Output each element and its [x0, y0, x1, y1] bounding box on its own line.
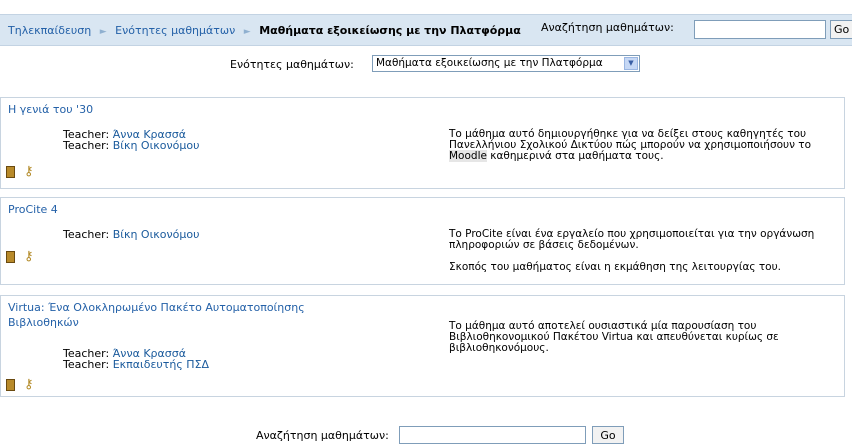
teacher-list: Teacher: Άννα Κρασσά Teacher: Εκπαιδευτή… — [63, 348, 209, 370]
bottom-search-form: Αναζήτηση μαθημάτων: Go — [256, 426, 624, 444]
nav-search-form: Αναζήτηση μαθημάτων: Go — [541, 20, 852, 39]
key-icon[interactable]: ⚷ — [24, 164, 34, 179]
nav-search-input[interactable] — [694, 20, 826, 39]
door-icon[interactable] — [6, 250, 15, 263]
breadcrumb-categories-link[interactable]: Ενότητες μαθημάτων — [115, 24, 235, 37]
teacher-row: Teacher: Βίκη Οικονόμου — [63, 228, 200, 241]
course-summary: Το μάθημα αυτό αποτελεί ουσιαστικά μία π… — [449, 320, 779, 354]
breadcrumb-home-link[interactable]: Τηλεκπαίδευση — [8, 24, 91, 37]
course-box: Virtua: Ένα Ολοκληρωμένο Πακέτο Αυτοματο… — [0, 295, 845, 397]
chevron-down-icon[interactable]: ▼ — [624, 57, 638, 70]
course-box: ProCite 4 Teacher: Βίκη Οικονόμου ⚷ Το P… — [0, 197, 845, 285]
door-icon[interactable] — [6, 165, 15, 178]
category-selected-value: Μαθήματα εξοικείωσης με την Πλατφόρμα — [376, 57, 603, 69]
course-summary: Το ProCite είναι ένα εργαλείο που χρησιμ… — [449, 229, 829, 273]
breadcrumb-separator: ► — [99, 27, 107, 37]
bottom-search-go-button[interactable]: Go — [592, 426, 624, 444]
teacher-row: Teacher: Βίκη Οικονόμου — [63, 139, 200, 152]
course-title-link[interactable]: Η γενιά του '30 — [8, 102, 93, 117]
course-access-icons: ⚷ — [6, 249, 34, 264]
bottom-search-input[interactable] — [399, 426, 586, 444]
summary-paragraph: Σκοπός του μαθήματος είναι η εκμάθηση τη… — [449, 261, 782, 273]
teacher-link[interactable]: Εκπαιδευτής ΠΣΔ — [113, 358, 209, 371]
category-label: Ενότητες μαθημάτων: — [230, 58, 354, 71]
category-select[interactable]: Μαθήματα εξοικείωσης με την Πλατφόρμα ▼ — [372, 55, 640, 72]
key-icon[interactable]: ⚷ — [24, 249, 34, 264]
door-icon[interactable] — [6, 378, 15, 391]
nav-search-label: Αναζήτηση μαθημάτων: — [541, 21, 674, 34]
highlighted-term: Moodle — [449, 150, 487, 162]
summary-paragraph: Το ProCite είναι ένα εργαλείο που χρησιμ… — [449, 228, 815, 251]
breadcrumb-current: Μαθήματα εξοικείωσης με την Πλατφόρμα — [259, 24, 521, 37]
teacher-row: Teacher: Εκπαιδευτής ΠΣΔ — [63, 358, 210, 371]
category-jump: Ενότητες μαθημάτων: Μαθήματα εξοικείωσης… — [230, 55, 640, 72]
teacher-link[interactable]: Βίκη Οικονόμου — [113, 139, 200, 152]
breadcrumb: Τηλεκπαίδευση ► Ενότητες μαθημάτων ► Μαθ… — [8, 24, 521, 37]
teacher-list: Teacher: Άννα Κρασσά Teacher: Βίκη Οικον… — [63, 129, 199, 151]
nav-search-go-button[interactable]: Go — [830, 20, 852, 39]
course-summary: Το μάθημα αυτό δημιουργήθηκε για να δείξ… — [449, 128, 812, 162]
course-access-icons: ⚷ — [6, 164, 34, 179]
navbar: Τηλεκπαίδευση ► Ενότητες μαθημάτων ► Μαθ… — [0, 14, 852, 46]
course-title-link[interactable]: ProCite 4 — [8, 202, 58, 217]
course-box: Η γενιά του '30 Teacher: Άννα Κρασσά Tea… — [0, 97, 845, 189]
breadcrumb-separator: ► — [243, 27, 251, 37]
teacher-link[interactable]: Βίκη Οικονόμου — [113, 228, 200, 241]
course-title-link[interactable]: Virtua: Ένα Ολοκληρωμένο Πακέτο Αυτοματο… — [8, 300, 368, 330]
bottom-search-label: Αναζήτηση μαθημάτων: — [256, 429, 389, 442]
teacher-list: Teacher: Βίκη Οικονόμου — [63, 229, 199, 240]
course-access-icons: ⚷ — [6, 377, 34, 392]
key-icon[interactable]: ⚷ — [24, 377, 34, 392]
